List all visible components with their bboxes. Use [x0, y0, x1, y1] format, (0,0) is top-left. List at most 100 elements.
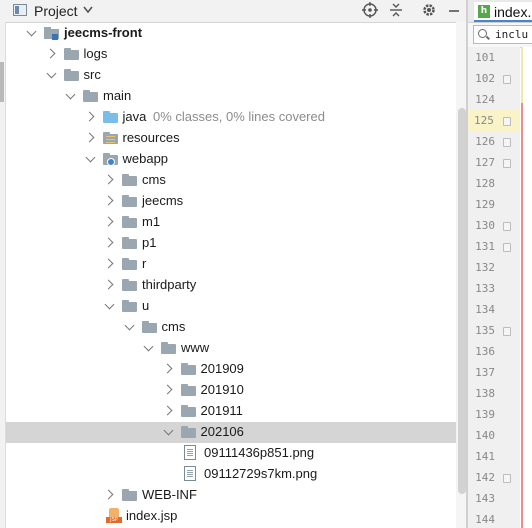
folder-icon [180, 404, 197, 418]
chevron-right-icon[interactable] [104, 238, 114, 248]
find-input[interactable]: inclu [473, 25, 532, 44]
line-number[interactable]: 124 [468, 89, 495, 110]
tree-item-label: index.jsp [126, 508, 178, 523]
tree-row[interactable]: r [6, 254, 466, 275]
folder-icon [83, 89, 99, 103]
chevron-down-icon[interactable] [26, 28, 36, 38]
line-number[interactable]: 136 [468, 341, 495, 362]
chevron-down-icon[interactable] [85, 154, 95, 164]
chevron-right-icon[interactable] [85, 133, 95, 143]
line-number[interactable]: 101 [468, 47, 495, 68]
tree-row[interactable]: cms [6, 170, 466, 191]
tree-row[interactable]: resources [6, 128, 466, 149]
chevron-right-icon[interactable] [163, 406, 173, 416]
line-number[interactable]: 129 [468, 194, 495, 215]
tree-row[interactable]: p1 [6, 233, 466, 254]
line-number[interactable]: 142 [468, 467, 495, 488]
fold-marker-icon[interactable] [503, 327, 511, 336]
chevron-right-icon[interactable] [104, 175, 114, 185]
line-number[interactable]: 102 [468, 68, 495, 89]
line-number[interactable]: 126 [468, 131, 495, 152]
image-file-icon [184, 466, 196, 481]
line-number[interactable]: 133 [468, 278, 495, 299]
folder-icon [161, 341, 177, 355]
tree-item-label: cms [142, 172, 166, 187]
chevron-down-icon[interactable] [143, 343, 153, 353]
chevron-down-icon[interactable] [104, 301, 114, 311]
tree-row[interactable]: main [6, 86, 466, 107]
jsp-file-icon: JSP [106, 508, 122, 523]
line-number[interactable]: 135 [468, 320, 495, 341]
tree-row[interactable]: jeecms [6, 191, 466, 212]
tree-item-label: resources [122, 130, 180, 145]
chevron-down-icon[interactable] [163, 427, 173, 437]
line-number[interactable]: 140 [468, 425, 495, 446]
chevron-right-icon[interactable] [104, 259, 114, 269]
tree-row[interactable]: logs [6, 44, 466, 65]
project-panel-title[interactable]: Project [34, 3, 78, 19]
code-area[interactable] [523, 47, 532, 528]
line-number[interactable]: 138 [468, 383, 495, 404]
chevron-down-icon[interactable] [65, 91, 75, 101]
chevron-right-icon[interactable] [104, 490, 114, 500]
folder-icon [141, 320, 158, 334]
tree-row[interactable]: thirdparty [6, 275, 466, 296]
tree-row[interactable]: 201909 [6, 359, 466, 380]
chevron-right-icon[interactable] [104, 196, 114, 206]
fold-marker-icon[interactable] [503, 138, 511, 147]
line-number[interactable]: 130 [468, 215, 495, 236]
line-number[interactable]: 141 [468, 446, 495, 467]
tree-item-label: WEB-INF [142, 487, 197, 502]
line-number[interactable]: 134 [468, 299, 495, 320]
tree-row[interactable]: u [6, 296, 466, 317]
chevron-down-icon[interactable] [124, 322, 134, 332]
line-number[interactable]: 127 [468, 152, 495, 173]
chevron-right-icon[interactable] [85, 112, 95, 122]
chevron-right-icon[interactable] [104, 280, 114, 290]
tree-row[interactable]: webapp [6, 149, 466, 170]
chevron-right-icon[interactable] [163, 364, 173, 374]
tree-row[interactable]: 202106 [6, 422, 466, 443]
minimize-icon[interactable] [446, 2, 462, 18]
target-icon[interactable] [362, 2, 378, 18]
chevron-right-icon[interactable] [163, 385, 173, 395]
line-number[interactable]: 139 [468, 404, 495, 425]
tree-row[interactable]: java 0% classes, 0% lines covered [6, 107, 466, 128]
source-folder-icon [102, 110, 119, 124]
tree-row[interactable]: 09111436p851.png [6, 443, 466, 464]
coverage-note: 0% classes, 0% lines covered [153, 109, 325, 124]
chevron-down-icon[interactable] [83, 6, 93, 14]
chevron-right-icon[interactable] [46, 49, 56, 59]
line-number[interactable]: 131 [468, 236, 495, 257]
tree-row[interactable]: JSP index.jsp [6, 506, 466, 527]
fold-marker-icon[interactable] [503, 75, 511, 84]
tree-row[interactable]: www [6, 338, 466, 359]
collapse-all-icon[interactable] [388, 2, 404, 18]
tree-scrollbar-thumb[interactable] [458, 108, 466, 494]
chevron-down-icon[interactable] [46, 70, 56, 80]
tree-row[interactable]: src [6, 65, 466, 86]
tree-row[interactable]: 201910 [6, 380, 466, 401]
line-number[interactable]: 128 [468, 173, 495, 194]
tree-row[interactable]: cms [6, 317, 466, 338]
line-number[interactable]: 132 [468, 257, 495, 278]
tree-row[interactable]: WEB-INF [6, 485, 466, 506]
tree-row[interactable]: m1 [6, 212, 466, 233]
editor-tab-index[interactable]: h index. [474, 2, 532, 22]
chevron-right-icon[interactable] [104, 217, 114, 227]
gear-icon[interactable] [421, 2, 437, 18]
tree-row[interactable]: jeecms-front [6, 23, 466, 44]
tree-item-label: thirdparty [142, 277, 197, 292]
fold-marker-icon[interactable] [503, 159, 511, 168]
tree-row[interactable]: 201911 [6, 401, 466, 422]
fold-marker-icon[interactable] [503, 117, 511, 126]
line-number[interactable]: 137 [468, 362, 495, 383]
tree-row[interactable]: 09112729s7km.png [6, 464, 466, 485]
fold-marker-icon[interactable] [503, 243, 511, 252]
resources-folder-icon [102, 131, 119, 145]
line-number[interactable]: 143 [468, 488, 495, 509]
fold-marker-icon[interactable] [503, 474, 511, 483]
line-number[interactable]: 144 [468, 509, 495, 528]
fold-marker-icon[interactable] [503, 222, 511, 231]
line-number[interactable]: 125 [468, 110, 520, 131]
